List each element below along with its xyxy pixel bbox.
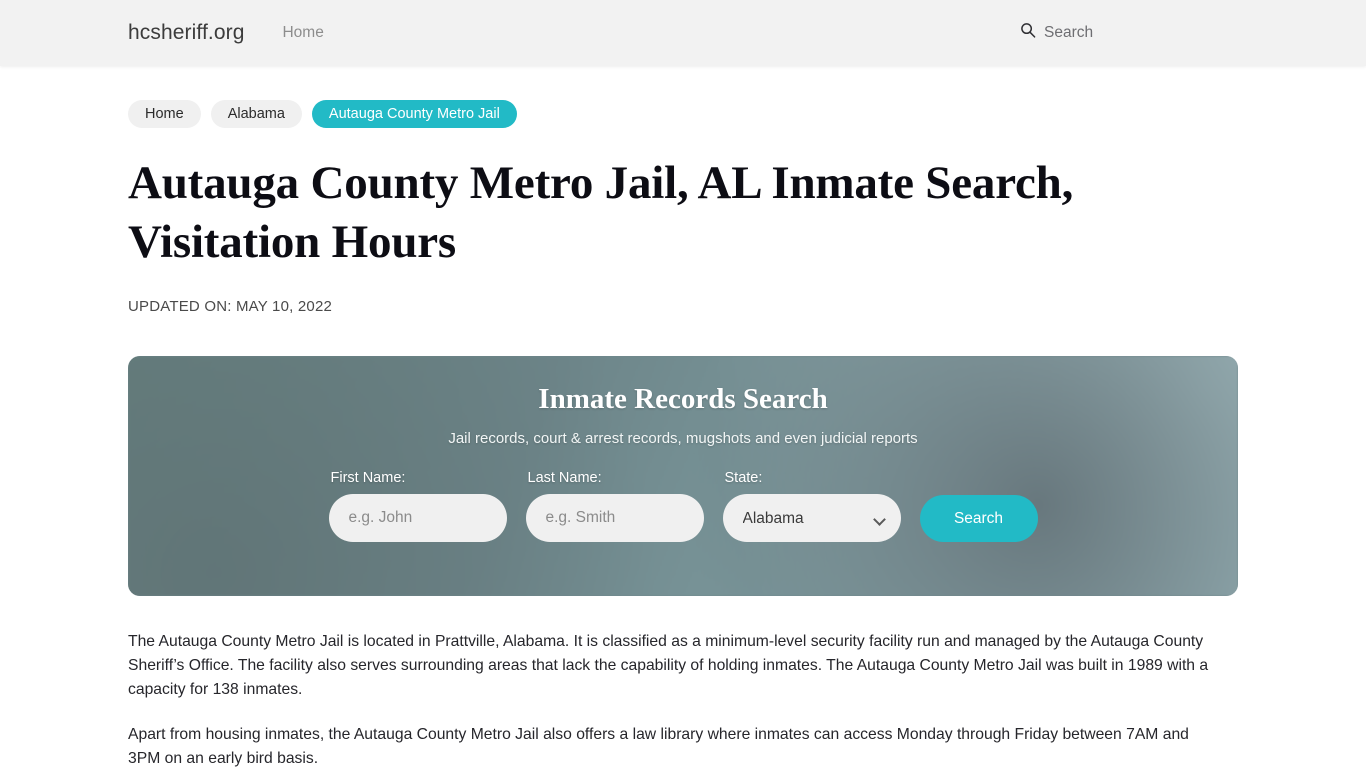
article-paragraph-1: The Autauga County Metro Jail is located… (128, 633, 1209, 698)
breadcrumb-item-home[interactable]: Home (128, 100, 201, 128)
content-container: Home Alabama Autauga County Metro Jail A… (128, 66, 1238, 771)
last-name-input[interactable] (525, 494, 704, 542)
card-title: Inmate Records Search (538, 383, 828, 415)
card-content: Inmate Records Search Jail records, cour… (128, 383, 1238, 542)
last-name-label: Last Name: (527, 470, 602, 486)
last-name-field-group: Last Name: (525, 470, 704, 542)
breadcrumb-item-alabama[interactable]: Alabama (210, 100, 302, 128)
state-field-group: State: Alabama (722, 470, 901, 542)
first-name-field-group: First Name: (328, 470, 507, 542)
first-name-label: First Name: (330, 470, 406, 486)
site-header: hcsheriff.org Home Search (0, 0, 1366, 66)
page-title: Autauga County Metro Jail, AL Inmate Sea… (128, 157, 1074, 268)
article-paragraph-2: Apart from housing inmates, the Autauga … (128, 726, 1189, 767)
article-body: The Autauga County Metro Jail is located… (128, 630, 1238, 771)
search-icon (1020, 22, 1036, 43)
inmate-records-search-card: Inmate Records Search Jail records, cour… (128, 356, 1238, 596)
state-select-wrapper: Alabama (722, 494, 901, 542)
first-name-input[interactable] (328, 494, 507, 542)
search-submit-button[interactable]: Search (919, 495, 1038, 542)
nav-item-home[interactable]: Home (282, 24, 323, 42)
state-label: State: (724, 470, 763, 486)
header-search-toggle[interactable]: Search (1020, 22, 1093, 43)
header-search-label: Search (1044, 23, 1094, 41)
state-select[interactable]: Alabama (722, 494, 901, 542)
breadcrumb-item-current[interactable]: Autauga County Metro Jail (311, 100, 517, 128)
site-brand[interactable]: hcsheriff.org (128, 21, 244, 45)
search-form: First Name: Last Name: State: Alabama (128, 470, 1238, 542)
updated-date: UPDATED ON: MAY 10, 2022 (128, 298, 333, 315)
card-subtitle: Jail records, court & arrest records, mu… (448, 430, 918, 447)
breadcrumb: Home Alabama Autauga County Metro Jail (128, 66, 1238, 128)
page-content: Home Alabama Autauga County Metro Jail A… (0, 66, 1366, 771)
